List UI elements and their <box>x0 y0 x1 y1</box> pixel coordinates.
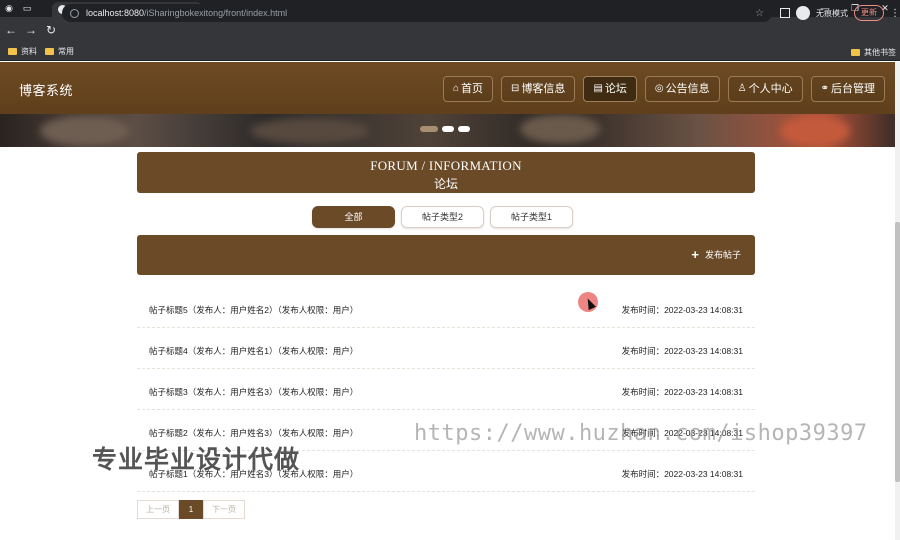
post-time: 发布时间：2022-03-23 14:08:31 <box>621 387 743 397</box>
nav-forum[interactable]: ▤ 论坛 <box>583 76 637 102</box>
next-page-button[interactable]: 下一页 <box>203 500 245 519</box>
carousel-dot[interactable] <box>420 126 438 132</box>
post-title[interactable]: 帖子标题5（发布人：用户姓名2）（发布人权限：用户） <box>149 304 358 316</box>
post-time: 发布时间：2022-03-23 14:08:31 <box>621 305 743 315</box>
incognito-label: 无痕模式 <box>816 8 848 18</box>
prev-page-button[interactable]: 上一页 <box>137 500 179 519</box>
site-brand[interactable]: 博客系统 <box>19 80 73 99</box>
list-item[interactable]: 帖子标题4（发布人：用户姓名1）（发布人权限：用户） 发布时间：2022-03-… <box>137 328 755 369</box>
link-icon: ⚭ <box>820 83 829 94</box>
folder-icon <box>45 48 54 55</box>
section-title: FORUM / INFORMATION 论坛 <box>137 152 755 193</box>
nav-label: 博客信息 <box>521 83 566 95</box>
carousel-dot[interactable] <box>458 126 470 132</box>
forum-action-bar: + 发布帖子 <box>137 235 755 275</box>
home-icon: ⌂ <box>453 83 460 94</box>
bookmark-label: 资料 <box>21 47 37 56</box>
side-panel-icon[interactable] <box>780 8 790 18</box>
list-item[interactable]: 帖子标题3（发布人：用户姓名3）（发布人权限：用户） 发布时间：2022-03-… <box>137 369 755 410</box>
current-page-button[interactable]: 1 <box>179 500 203 519</box>
pagination: 上一页 1 下一页 <box>137 500 245 519</box>
bookmark-folder-changyong[interactable]: 常用 <box>45 46 74 57</box>
post-time: 发布时间：2022-03-23 14:08:31 <box>621 469 743 479</box>
nav-label: 论坛 <box>604 83 627 95</box>
main-nav: ⌂ 首页 ⊟ 博客信息 ▤ 论坛 ◎ 公告信息 ♙ 个人中心 ⚭ 后台管理 <box>443 76 885 102</box>
nav-blog-info[interactable]: ⊟ 博客信息 <box>501 76 576 102</box>
other-bookmarks-label: 其他书签 <box>864 47 896 57</box>
reload-icon[interactable]: ↻ <box>42 23 60 37</box>
post-title[interactable]: 帖子标题3（发布人：用户姓名3）（发布人权限：用户） <box>149 386 358 398</box>
watermark-url: https://www.huzhan.com/ishop39397 <box>414 421 868 446</box>
site-info-icon[interactable] <box>70 8 79 18</box>
forward-icon[interactable]: → <box>22 23 40 37</box>
carousel-indicators <box>420 126 470 132</box>
list-item[interactable]: 帖子标题5（发布人：用户姓名2）（发布人权限：用户） 发布时间：2022-03-… <box>137 287 755 328</box>
browser-menu-icon[interactable]: ◉ <box>0 0 18 17</box>
carousel-dot[interactable] <box>442 126 454 132</box>
category-filters: 全部 帖子类型2 帖子类型1 <box>312 206 573 228</box>
url-path: /iSharingbokexitong/front/index.html <box>144 8 288 18</box>
nav-announcements[interactable]: ◎ 公告信息 <box>644 76 720 102</box>
tab-search-icon[interactable]: ▭ <box>18 0 36 17</box>
folder-icon <box>8 48 17 55</box>
plus-icon: + <box>691 246 699 262</box>
user-icon: ♙ <box>737 83 747 94</box>
post-title[interactable]: 帖子标题4（发布人：用户姓名1）（发布人权限：用户） <box>149 345 358 357</box>
more-menu-icon[interactable]: ⋮ <box>890 8 900 19</box>
announce-icon: ◎ <box>654 83 664 94</box>
new-post-button[interactable]: + 发布帖子 <box>691 248 741 261</box>
toolbar-right: 无痕模式 更新 ⋮ <box>780 4 900 22</box>
site-header: 博客系统 ⌂ 首页 ⊟ 博客信息 ▤ 论坛 ◎ 公告信息 ♙ 个人中心 ⚭ 后台… <box>0 62 895 114</box>
nav-user-center[interactable]: ♙ 个人中心 <box>727 76 803 102</box>
scrollbar-thumb[interactable] <box>895 222 900 482</box>
filter-type-1[interactable]: 帖子类型1 <box>490 206 573 228</box>
folder-icon <box>851 48 860 56</box>
bookmark-label: 常用 <box>58 47 74 56</box>
nav-label: 首页 <box>461 83 484 95</box>
new-post-label: 发布帖子 <box>704 250 741 260</box>
address-bar[interactable]: localhost:8080 /iSharingbokexitong/front… <box>62 4 772 22</box>
filter-type-2[interactable]: 帖子类型2 <box>401 206 484 228</box>
other-bookmarks[interactable]: 其他书签 <box>851 43 896 61</box>
back-icon[interactable]: ← <box>2 23 20 37</box>
bookmarks-bar: 资料 常用 其他书签 <box>0 43 900 61</box>
page-scrollbar[interactable] <box>895 62 900 540</box>
filter-all[interactable]: 全部 <box>312 206 395 228</box>
reader-icon: ⊟ <box>511 83 520 94</box>
nav-home[interactable]: ⌂ 首页 <box>443 76 494 102</box>
forum-icon: ▤ <box>593 83 603 94</box>
watermark-text: 专业毕业设计代做 <box>92 446 301 474</box>
bookmark-star-icon[interactable]: ☆ <box>755 8 764 19</box>
url-host: localhost:8080 <box>86 8 145 18</box>
section-title-en: FORUM / INFORMATION <box>370 158 522 173</box>
bookmark-folder-ziliao[interactable]: 资料 <box>8 46 37 57</box>
section-title-cn: 论坛 <box>433 177 458 191</box>
nav-label: 公告信息 <box>665 83 710 95</box>
incognito-avatar[interactable] <box>796 6 810 20</box>
post-title[interactable]: 帖子标题2（发布人：用户姓名3）（发布人权限：用户） <box>149 427 358 439</box>
post-time: 发布时间：2022-03-23 14:08:31 <box>621 346 743 356</box>
nav-label: 后台管理 <box>830 83 875 95</box>
nav-label: 个人中心 <box>748 83 793 95</box>
update-button[interactable]: 更新 <box>854 5 884 21</box>
nav-admin[interactable]: ⚭ 后台管理 <box>810 76 885 102</box>
